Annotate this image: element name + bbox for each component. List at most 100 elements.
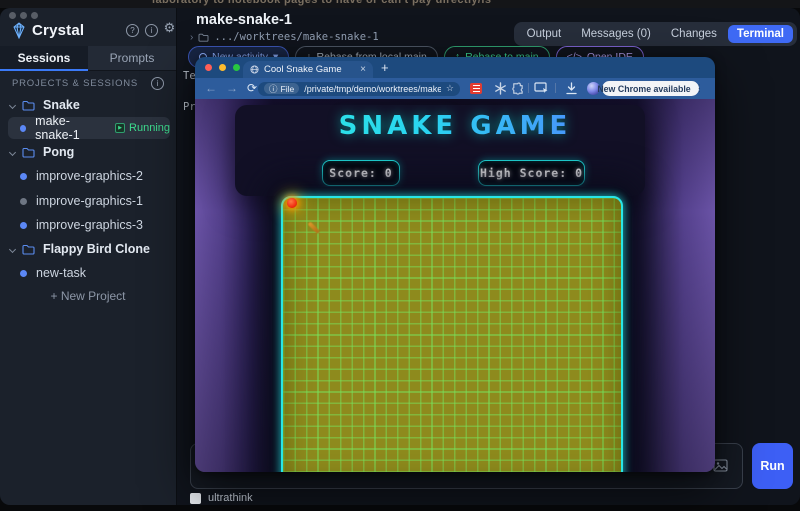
sidebar-item-improve-graphics-2[interactable]: improve-graphics-2 bbox=[20, 168, 143, 184]
snake-game-page: SNAKE GAME Score: 0 High Score: 0 bbox=[195, 99, 715, 472]
session-label: improve-graphics-1 bbox=[36, 194, 143, 208]
crystal-logo-icon bbox=[12, 22, 26, 39]
toolbar-divider bbox=[528, 83, 529, 93]
session-label: make-snake-1 bbox=[35, 114, 105, 142]
sidebar-item-new-task[interactable]: new-task bbox=[20, 265, 86, 281]
folder-icon bbox=[22, 100, 35, 111]
browser-window: Cool Snake Game × + ← → ⟳ ⓘ File /privat… bbox=[195, 57, 715, 472]
worktree-path: .../worktrees/make-snake-1 bbox=[214, 31, 378, 43]
status-badge-label: Running bbox=[129, 122, 170, 134]
sidebar: Crystal ? i ⚙ Sessions Prompts PROJECTS … bbox=[0, 8, 177, 505]
chevron-down-icon[interactable] bbox=[9, 148, 16, 155]
forward-icon[interactable]: → bbox=[226, 81, 238, 95]
site-info-chip[interactable]: ⓘ File bbox=[264, 83, 299, 94]
projects-section-header: PROJECTS & SESSIONS i bbox=[0, 76, 176, 92]
status-badge: ▶ Running bbox=[115, 122, 170, 134]
settings-gear-icon[interactable]: ⚙ bbox=[163, 22, 176, 35]
session-dot bbox=[20, 270, 27, 277]
browser-close-button[interactable] bbox=[205, 64, 212, 71]
address-bar[interactable]: ⓘ File /private/tmp/demo/worktrees/make-… bbox=[258, 82, 460, 96]
toolbar-divider bbox=[555, 83, 556, 93]
bookmark-star-icon[interactable]: ☆ bbox=[446, 83, 454, 94]
help-icon[interactable]: ? bbox=[126, 24, 139, 37]
ultrathink-row: ultrathink bbox=[190, 492, 253, 504]
view-tab-messages[interactable]: Messages (0) bbox=[572, 25, 660, 43]
sidebar-item-snake[interactable]: Snake bbox=[10, 97, 80, 113]
breadcrumb-folder-icon bbox=[198, 33, 209, 42]
download-icon[interactable] bbox=[565, 82, 578, 95]
section-info-icon[interactable]: i bbox=[151, 77, 164, 90]
ultrathink-checkbox[interactable] bbox=[190, 493, 201, 504]
session-dot bbox=[20, 198, 27, 205]
session-dot bbox=[20, 173, 27, 180]
back-icon[interactable]: ← bbox=[205, 81, 217, 95]
project-label: Flappy Bird Clone bbox=[43, 242, 150, 256]
menu-dots-icon[interactable]: ⋮ bbox=[695, 83, 704, 94]
run-button[interactable]: Run bbox=[752, 443, 793, 489]
window-zoom-button[interactable] bbox=[31, 12, 38, 19]
image-attach-icon[interactable] bbox=[713, 459, 728, 472]
view-tab-output[interactable]: Output bbox=[518, 25, 571, 43]
page-title: make-snake-1 bbox=[196, 12, 292, 28]
adblock-extension-icon[interactable] bbox=[470, 83, 482, 94]
globe-favicon bbox=[250, 65, 259, 74]
sidebar-item-flappy-bird-clone[interactable]: Flappy Bird Clone bbox=[10, 241, 150, 257]
browser-minimize-button[interactable] bbox=[219, 64, 226, 71]
chevron-down-icon[interactable] bbox=[9, 245, 16, 252]
window-minimize-button[interactable] bbox=[20, 12, 27, 19]
device-toolbar-icon[interactable] bbox=[534, 82, 549, 94]
session-label: improve-graphics-2 bbox=[36, 169, 143, 183]
section-title: PROJECTS & SESSIONS bbox=[12, 78, 138, 89]
reload-icon[interactable]: ⟳ bbox=[247, 81, 257, 95]
sidebar-item-make-snake-1[interactable]: make-snake-1 ▶ Running bbox=[8, 117, 170, 139]
project-label: Snake bbox=[43, 98, 80, 112]
breadcrumb-chevron-icon: › bbox=[190, 32, 193, 43]
view-switcher: Output Messages (0) Changes Terminal bbox=[514, 22, 797, 46]
clipped-background-text: laboratory to notebook pages to have or … bbox=[152, 0, 491, 6]
chrome-update-button[interactable]: New Chrome available ⋮ bbox=[602, 81, 699, 96]
breadcrumb[interactable]: › .../worktrees/make-snake-1 bbox=[190, 31, 379, 43]
session-label: new-task bbox=[36, 266, 86, 280]
session-label: improve-graphics-3 bbox=[36, 218, 143, 232]
browser-zoom-button[interactable] bbox=[233, 64, 240, 71]
browser-tab[interactable]: Cool Snake Game × bbox=[243, 61, 373, 78]
browser-tab-strip: Cool Snake Game × + bbox=[195, 57, 715, 78]
session-dot bbox=[20, 222, 27, 229]
browser-toolbar: ← → ⟳ ⓘ File /private/tmp/demo/worktrees… bbox=[195, 78, 715, 99]
extensions-puzzle-icon[interactable] bbox=[511, 82, 524, 95]
game-title: SNAKE GAME bbox=[195, 111, 715, 141]
view-tab-changes[interactable]: Changes bbox=[662, 25, 726, 43]
info-icon[interactable]: i bbox=[145, 24, 158, 37]
sidebar-item-pong[interactable]: Pong bbox=[10, 144, 74, 160]
app-header: Crystal ? i ⚙ bbox=[0, 21, 176, 41]
ultrathink-label: ultrathink bbox=[208, 492, 253, 504]
play-icon: ▶ bbox=[115, 123, 125, 133]
background-window-strip: laboratory to notebook pages to have or … bbox=[0, 0, 800, 8]
screenshot-root: laboratory to notebook pages to have or … bbox=[0, 0, 800, 511]
score-display: Score: 0 bbox=[322, 160, 400, 186]
game-board-canvas[interactable] bbox=[281, 196, 623, 472]
new-tab-button[interactable]: + bbox=[381, 60, 389, 75]
tab-prompts[interactable]: Prompts bbox=[88, 46, 176, 70]
tab-close-icon[interactable]: × bbox=[360, 64, 366, 75]
tab-title: Cool Snake Game bbox=[264, 64, 355, 75]
project-label: Pong bbox=[43, 145, 74, 159]
snake-trail-streak bbox=[308, 222, 320, 234]
sidebar-item-improve-graphics-1[interactable]: improve-graphics-1 bbox=[20, 193, 143, 209]
site-info-icon: ⓘ bbox=[269, 83, 278, 95]
url-text: /private/tmp/demo/worktrees/make-... bbox=[304, 84, 441, 94]
new-project-button[interactable]: + New Project bbox=[0, 289, 176, 303]
sidebar-item-improve-graphics-3[interactable]: improve-graphics-3 bbox=[20, 217, 143, 233]
view-tab-terminal[interactable]: Terminal bbox=[728, 25, 793, 43]
tab-sessions[interactable]: Sessions bbox=[0, 46, 88, 70]
chevron-down-icon[interactable] bbox=[9, 101, 16, 108]
sidebar-tabs: Sessions Prompts bbox=[0, 46, 176, 71]
terminal-text-fragment: Te bbox=[183, 70, 196, 82]
food-dot bbox=[287, 198, 297, 208]
asterisk-extension-icon[interactable] bbox=[494, 82, 507, 95]
folder-icon bbox=[22, 147, 35, 158]
window-close-button[interactable] bbox=[9, 12, 16, 19]
session-dot bbox=[20, 125, 26, 132]
terminal-text-fragment: Pr bbox=[183, 101, 196, 113]
high-score-display: High Score: 0 bbox=[478, 160, 585, 186]
